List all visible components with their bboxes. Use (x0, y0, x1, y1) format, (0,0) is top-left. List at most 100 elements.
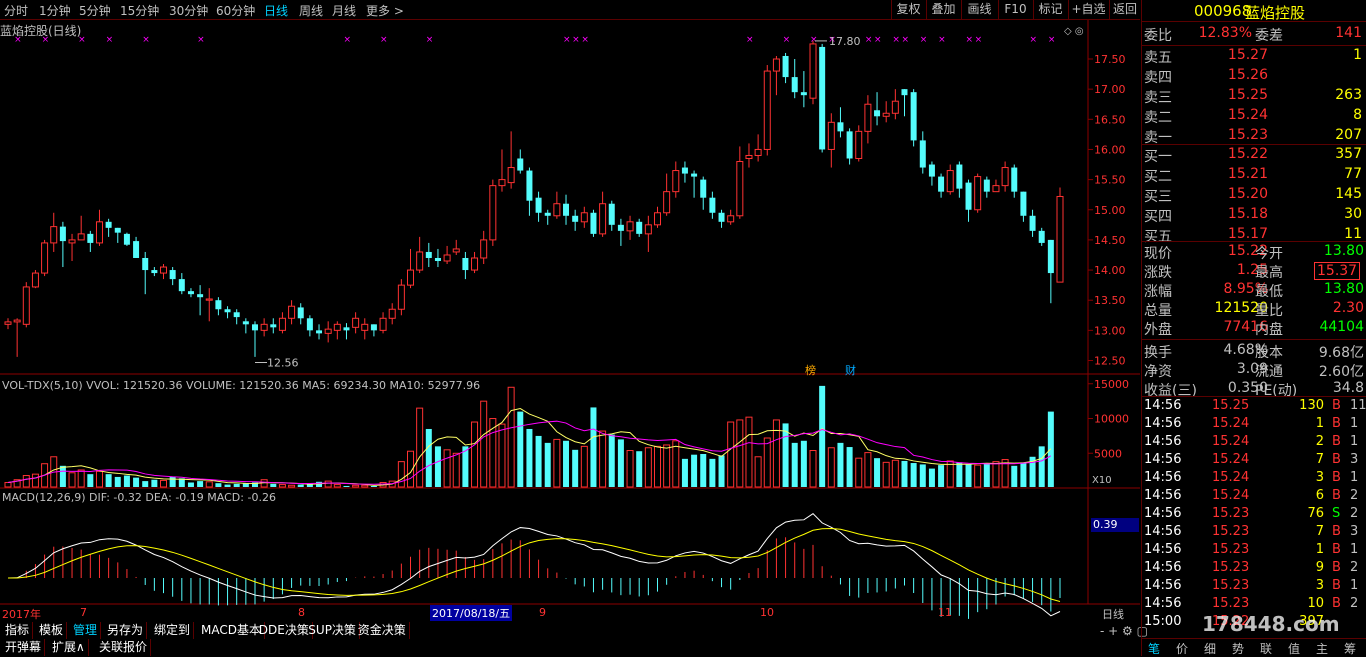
finance-badge[interactable]: 财 (845, 362, 856, 378)
stat-value: 13.80 (1323, 281, 1364, 297)
ask-price: 15.25 (1227, 87, 1268, 103)
kline-chart[interactable]: 17.50 17.00 16.50 16.00 15.50 15.00 14.50 14.00… (0, 0, 1140, 621)
volume-tick-label: 10000 (1094, 413, 1129, 426)
bottom-tab-ext-1[interactable]: 扩展∧ (49, 639, 89, 656)
divider (1142, 45, 1366, 46)
volume-bar (617, 439, 624, 487)
bottom-tab-tool-4[interactable]: 绑定到 (151, 622, 195, 639)
quote-tab-7[interactable]: 筹 (1344, 640, 1356, 657)
volume-bar (169, 476, 176, 487)
bottom-tab-tool-0[interactable]: 指标 (2, 622, 34, 639)
candle (974, 176, 982, 211)
candle (1001, 167, 1009, 187)
bottom-tab-tool-2[interactable]: 管理 (70, 622, 102, 639)
candle (956, 164, 963, 189)
bid-label: 买二 (1144, 169, 1172, 185)
stock-name: 蓝焰控股 (1245, 4, 1306, 22)
candle (535, 197, 542, 213)
candle (782, 55, 789, 78)
candle (297, 307, 304, 319)
trade-price: 15.24 (1212, 434, 1250, 449)
volume-bar (133, 477, 140, 487)
candle (278, 317, 286, 331)
trade-time: 14:56 (1144, 470, 1182, 485)
stat-value: 13.80 (1323, 243, 1364, 259)
volume-bar (535, 435, 542, 487)
event-marker: × (106, 35, 114, 45)
volume-bar (142, 481, 149, 487)
trade-price: 15.23 (1212, 506, 1250, 521)
trade-time: 14:56 (1144, 506, 1182, 521)
trade-volume: 7 (1315, 524, 1324, 539)
volume-bar (672, 440, 680, 488)
candle (215, 300, 222, 310)
event-marker: × (892, 35, 900, 45)
bottom-tab-tool-3[interactable]: 另存为 (104, 622, 148, 639)
quote-tab-0[interactable]: 笔 (1148, 640, 1160, 657)
volume-bar (956, 462, 963, 487)
candle (471, 257, 479, 271)
quote-tab-6[interactable]: 主 (1316, 640, 1328, 657)
stat-label: 最低 (1255, 284, 1283, 300)
ask-label: 卖二 (1144, 110, 1172, 126)
volume-bar (1020, 463, 1027, 487)
price-tick-label: 14.00 (1094, 264, 1126, 277)
trade-count: 2 (1350, 560, 1359, 575)
event-marker: × (874, 35, 882, 45)
volume-bar (864, 452, 872, 488)
stat-value: 15.37 (1314, 262, 1361, 280)
stat-value: 44104 (1319, 319, 1364, 335)
chart-controls: ◇ ◎ (1064, 26, 1084, 37)
candle (87, 233, 94, 243)
volume-bar (727, 421, 735, 488)
divider (1142, 241, 1366, 242)
bottom-tab-tool-7[interactable]: SUP决策 (305, 622, 360, 639)
volume-bar (553, 438, 561, 488)
candle (462, 257, 469, 271)
volume-bar (882, 461, 890, 488)
bid-label: 买三 (1144, 189, 1172, 205)
candle (142, 257, 149, 271)
candle (41, 242, 49, 274)
candle (938, 176, 945, 192)
event-marker: × (78, 35, 86, 45)
trade-volume: 76 (1307, 506, 1324, 521)
quote-tab-1[interactable]: 价 (1176, 640, 1188, 657)
candle (928, 164, 935, 177)
trade-time: 14:56 (1144, 416, 1182, 431)
volume-bar (846, 447, 853, 487)
trade-count: 3 (1350, 524, 1359, 539)
bottom-tab-ext-0[interactable]: 开弹幕 (2, 639, 46, 656)
trade-time: 15:00 (1144, 614, 1182, 629)
bottom-tab-ext-2[interactable]: 关联报价 (96, 639, 152, 656)
candle (352, 317, 360, 328)
candle (901, 89, 908, 96)
volume-bar (498, 423, 506, 488)
candle (133, 241, 140, 258)
bottom-tab-tool-1[interactable]: 模板 (36, 622, 68, 639)
ranking-badge[interactable]: 榜 (805, 362, 816, 378)
trade-count: 1 (1350, 470, 1359, 485)
volume-bar (992, 461, 1000, 488)
candle (242, 321, 249, 325)
candle (772, 58, 780, 72)
trade-time: 14:56 (1144, 452, 1182, 467)
quote-tab-3[interactable]: 势 (1232, 640, 1244, 657)
volume-bar (361, 484, 369, 488)
quote-tab-4[interactable]: 联 (1260, 640, 1272, 657)
volume-bar (288, 484, 296, 488)
volume-bar (114, 476, 121, 487)
trade-price: 15.23 (1212, 560, 1250, 575)
price-tick-label: 16.50 (1094, 113, 1126, 126)
bottom-tab-tool-8[interactable]: 资金决策 (355, 622, 410, 639)
trade-volume: 2 (1315, 434, 1324, 449)
quote-tab-5[interactable]: 值 (1288, 640, 1300, 657)
bid-volume: 357 (1335, 146, 1362, 162)
stat-label: 内盘 (1255, 322, 1283, 338)
volume-bar (874, 458, 881, 487)
bid-label: 买一 (1144, 149, 1172, 165)
quote-tab-2[interactable]: 细 (1204, 640, 1216, 657)
candle (343, 327, 350, 331)
candle (507, 167, 515, 184)
volume-bar (434, 446, 441, 487)
